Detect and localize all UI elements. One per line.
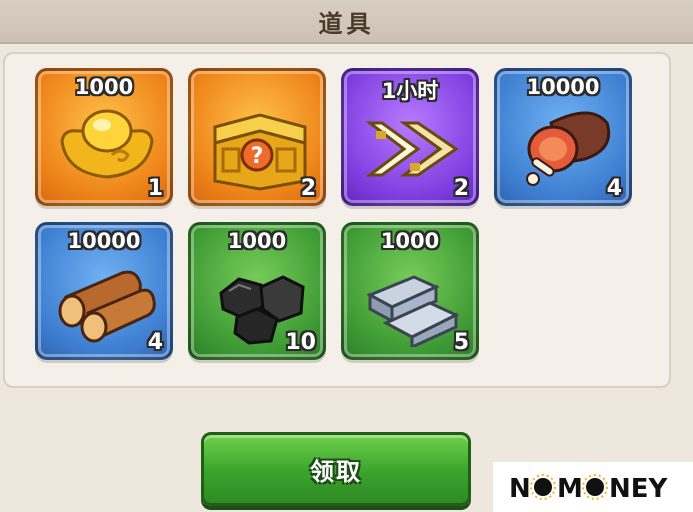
item-slot-gold-ingot[interactable]: 1000 1 [35,68,173,206]
page-title: 道具 [318,9,375,38]
claim-button[interactable]: 领取 [201,432,471,506]
nomoney-logo-mark: N M NEY [509,474,669,504]
item-slot-iron[interactable]: 1000 5 [341,222,479,360]
meat-icon [526,111,611,186]
item-count: 1 [147,176,163,201]
svg-text:?: ? [251,144,264,169]
item-slot-speedup[interactable]: 1小时 2 [341,68,479,206]
item-count: 10 [285,330,316,355]
item-slot-coal[interactable]: 1000 10 [188,222,326,360]
speedup-icon [365,121,459,177]
claim-button-label: 领取 [310,457,362,486]
item-count: 2 [300,176,316,201]
item-amount: 10000 [526,75,600,99]
item-slot-meat[interactable]: 10000 4 [494,68,632,206]
gold-ingot-icon [60,109,154,179]
item-slot-wood[interactable]: 10000 4 [35,222,173,360]
item-count: 5 [453,330,469,355]
svg-text:NEY: NEY [609,474,669,504]
item-amount: 1000 [74,75,134,99]
item-count: 4 [606,176,622,201]
nomoney-logo: N M NEY [493,462,693,512]
item-amount: 1000 [380,229,440,253]
items-panel: 1000 1 ? 2 1小时 2 10000 4 10000 4 1000 10… [3,52,671,388]
item-amount: 10000 [67,229,141,253]
title-bar: 道具 [0,0,693,44]
svg-text:M: M [557,474,583,504]
item-amount: 1000 [227,229,287,253]
item-amount: 1小时 [381,79,439,103]
item-count: 4 [147,330,163,355]
svg-text:N: N [509,474,531,504]
item-slot-mystery-chest[interactable]: ? 2 [188,68,326,206]
wood-icon [58,270,156,343]
chest-icon: ? [213,113,307,191]
item-count: 2 [453,176,469,201]
iron-ingot-icon [366,275,460,347]
